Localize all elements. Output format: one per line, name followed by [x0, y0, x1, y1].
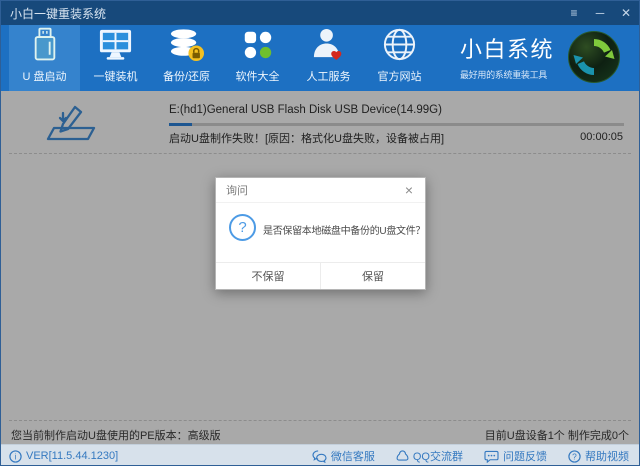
window-controls: ≡ ─ ✕	[561, 1, 639, 25]
nav-label-website: 官方网站	[378, 68, 422, 84]
wechat-service-link[interactable]: 微信客服	[312, 448, 375, 464]
nav-item-software[interactable]: 软件大全	[222, 25, 293, 91]
dialog-buttons: 不保留 保留	[216, 262, 425, 289]
qq-group-label: QQ交流群	[413, 448, 463, 464]
wechat-icon	[312, 450, 327, 463]
menu-icon[interactable]: ≡	[561, 1, 587, 25]
backup-disks-icon	[167, 25, 206, 64]
help-video-label: 帮助视频	[585, 448, 629, 464]
qq-group-link[interactable]: QQ交流群	[396, 448, 463, 464]
keep-button[interactable]: 保留	[320, 263, 425, 289]
dialog-title: 询问	[226, 182, 248, 198]
titlebar: 小白一键重装系统 ≡ ─ ✕	[1, 1, 639, 25]
help-icon: ?	[568, 450, 581, 463]
support-person-icon	[311, 25, 346, 64]
svg-text:?: ?	[572, 451, 577, 461]
brand-name: 小白系统	[460, 32, 554, 64]
feedback-link[interactable]: 问题反馈	[484, 448, 547, 464]
status-bar: i VER[11.5.44.1230] 微信客服 QQ交流群	[1, 444, 639, 466]
nav-label-usb-boot: U 盘启动	[23, 68, 67, 84]
brand-block: 小白系统 最好用的系统重装工具	[460, 32, 554, 81]
version-info: i VER[11.5.44.1230]	[1, 450, 118, 463]
usb-drive-icon	[31, 25, 59, 64]
nav-item-website[interactable]: 官方网站	[364, 25, 435, 91]
dialog-question-text: 是否保留本地磁盘中备份的U盘文件？	[263, 222, 425, 237]
qq-icon	[396, 450, 409, 463]
question-mark-icon: ?	[229, 214, 256, 241]
app-window: 小白一键重装系统 ≡ ─ ✕ U 盘启动	[0, 0, 640, 466]
dialog-close-icon[interactable]: ×	[401, 183, 417, 197]
apps-clover-icon	[241, 25, 275, 64]
nav-label-one-click-install: 一键装机	[94, 68, 138, 84]
monitor-icon	[97, 25, 134, 64]
brand-logo-icon	[567, 30, 621, 84]
feedback-label: 问题反馈	[503, 448, 547, 464]
nav-item-usb-boot[interactable]: U 盘启动	[9, 25, 80, 91]
dialog-body: ? 是否保留本地磁盘中备份的U盘文件？	[216, 204, 425, 263]
version-text: VER[11.5.44.1230]	[26, 450, 118, 462]
close-icon[interactable]: ✕	[613, 1, 639, 25]
minimize-icon[interactable]: ─	[587, 1, 613, 25]
status-links: 微信客服 QQ交流群 问题反馈 ?	[312, 448, 639, 464]
question-dialog: 询问 × ? 是否保留本地磁盘中备份的U盘文件？ 不保留 保留	[215, 177, 426, 290]
brand-slogan: 最好用的系统重装工具	[460, 68, 554, 81]
nav-label-backup-restore: 备份/还原	[163, 68, 210, 84]
nav-label-software: 软件大全	[236, 68, 280, 84]
info-icon: i	[9, 450, 22, 463]
nav-item-support[interactable]: 人工服务	[293, 25, 364, 91]
svg-text:i: i	[15, 451, 17, 461]
nav-item-one-click-install[interactable]: 一键装机	[80, 25, 151, 91]
wechat-service-label: 微信客服	[331, 448, 375, 464]
globe-icon	[381, 25, 418, 64]
dont-keep-button[interactable]: 不保留	[216, 263, 320, 289]
help-video-link[interactable]: ? 帮助视频	[568, 448, 629, 464]
dialog-header: 询问 ×	[216, 178, 425, 203]
window-title: 小白一键重装系统	[1, 5, 106, 22]
feedback-bubble-icon	[484, 450, 499, 463]
nav-label-support: 人工服务	[307, 68, 351, 84]
nav-item-backup-restore[interactable]: 备份/还原	[151, 25, 222, 91]
